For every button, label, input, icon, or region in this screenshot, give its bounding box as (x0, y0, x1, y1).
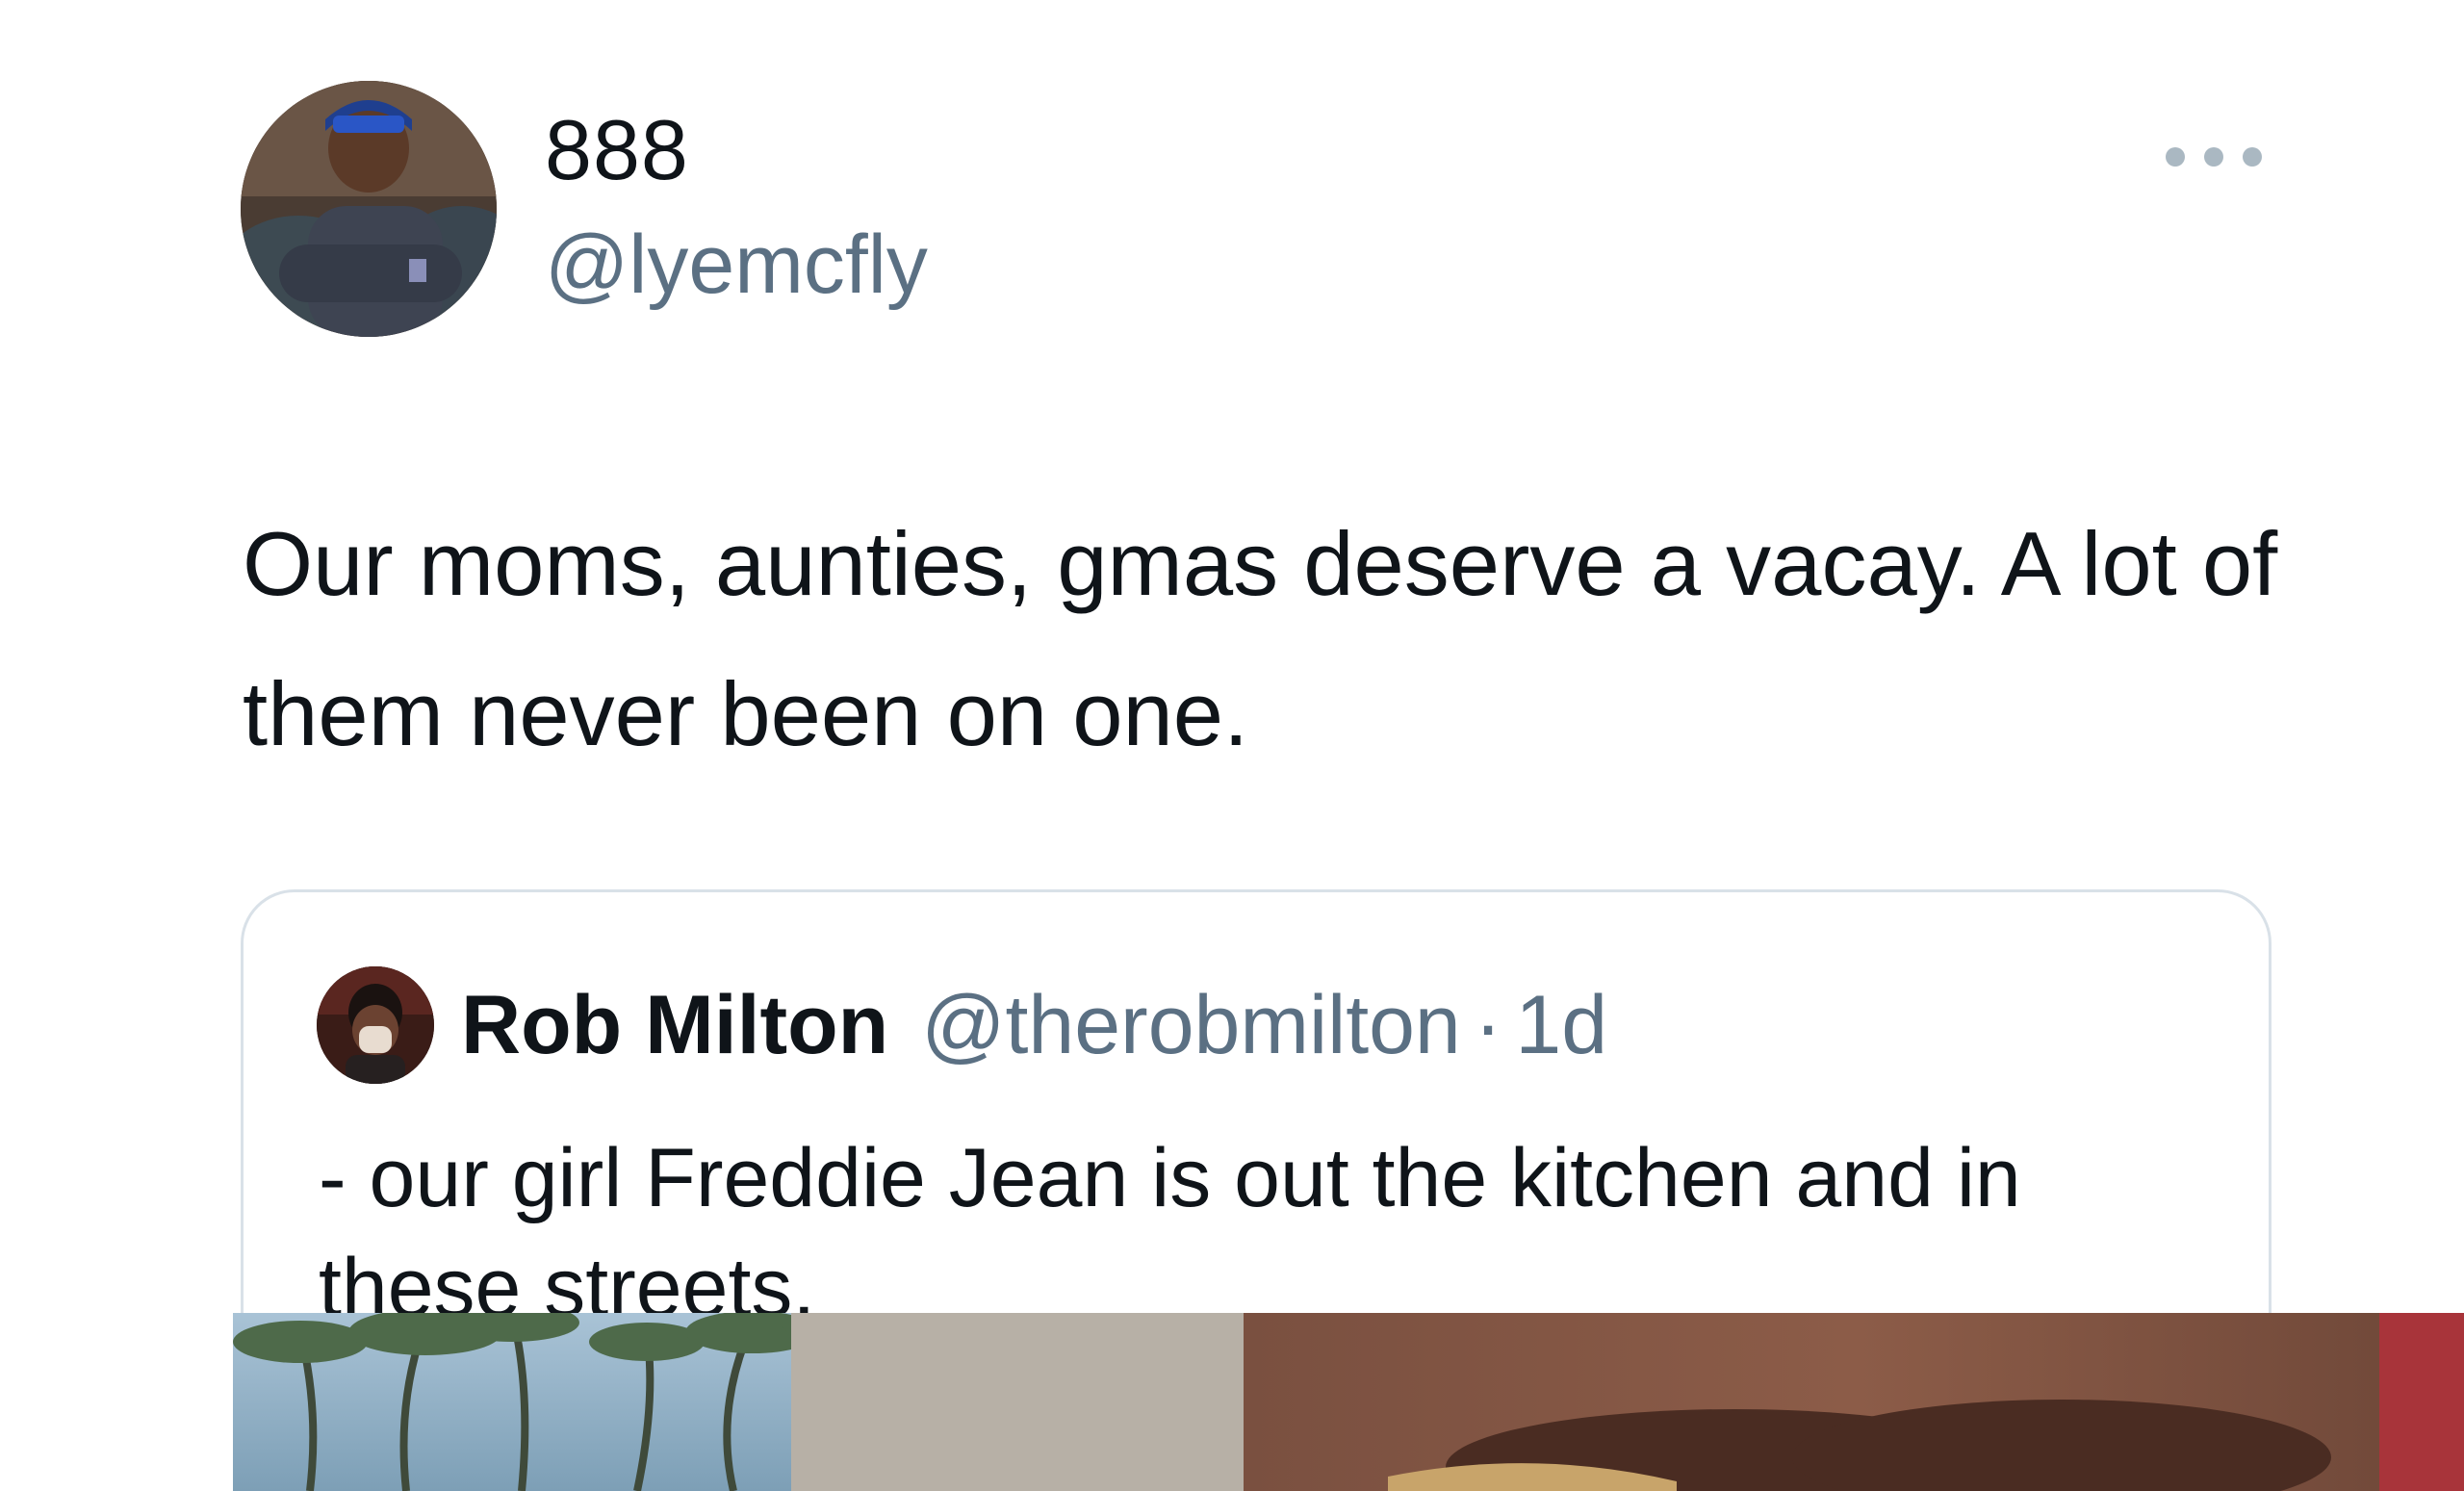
profile-photo-avatar-icon (241, 81, 497, 337)
author-display-name[interactable]: 888 (545, 108, 689, 193)
quoted-tweet-text: - our girl Freddie Jean is out the kitch… (319, 1132, 2021, 1334)
quoted-tweet-header: Rob Milton @therobmilton · 1d (317, 965, 1607, 1085)
quoted-author-handle[interactable]: @therobmilton (921, 978, 1461, 1073)
profile-photo-avatar-icon (317, 966, 434, 1084)
quoted-author-name[interactable]: Rob Milton (461, 978, 888, 1073)
author-handle[interactable]: @lyemcfly (545, 223, 928, 306)
quoted-author-avatar[interactable] (317, 966, 434, 1084)
separator-dot: · (1474, 978, 1502, 1071)
more-dots-icon (2204, 147, 2223, 167)
tweet-text: Our moms, aunties, gmas deserve a vacay.… (243, 513, 2278, 764)
more-dots-icon (2243, 147, 2262, 167)
author-avatar[interactable] (241, 81, 497, 337)
quoted-tweet-media[interactable] (233, 1313, 2464, 1491)
media-image (233, 1313, 2464, 1491)
quoted-tweet-time[interactable]: 1d (1515, 978, 1607, 1073)
more-dots-icon (2166, 147, 2185, 167)
tweet-screen: 888 @lyemcfly Our moms, aunties, gmas de… (0, 0, 2464, 1491)
more-options-button[interactable] (2166, 141, 2262, 173)
